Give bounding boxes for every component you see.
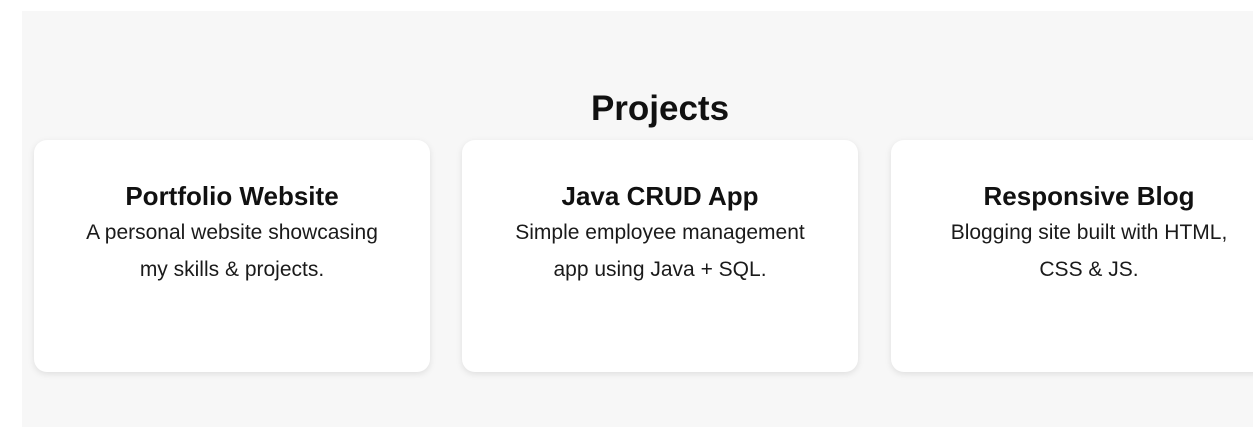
project-card-description: Blogging site built with HTML, CSS & JS. (950, 221, 1228, 281)
project-card-portfolio-website: Portfolio Website A personal website sho… (34, 140, 430, 372)
project-card-description: Simple employee management app using Jav… (515, 221, 805, 281)
project-card-title: Java CRUD App (561, 181, 759, 211)
project-card-title: Responsive Blog (983, 181, 1195, 211)
projects-section: Projects Portfolio Website A personal we… (22, 11, 1253, 427)
project-card-title: Portfolio Website (125, 181, 339, 211)
project-card-responsive-blog: Responsive Blog Blogging site built with… (891, 140, 1253, 372)
projects-heading: Projects (590, 89, 730, 128)
project-card-description: A personal website showcasing my skills … (86, 221, 378, 281)
project-card-java-crud-app: Java CRUD App Simple employee management… (462, 140, 858, 372)
project-cards: Portfolio Website A personal website sho… (34, 140, 1253, 380)
